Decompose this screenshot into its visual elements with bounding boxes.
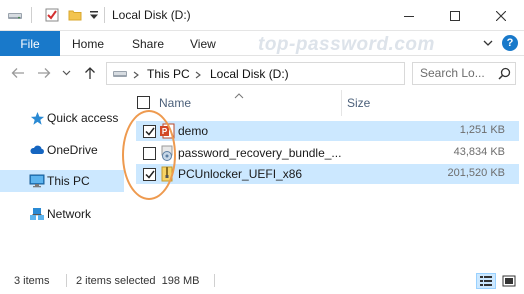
file-size: 201,520 KB [447,167,506,179]
selection-info: 2 items selected 198 MB [76,275,200,287]
chevron-down-icon [483,40,493,46]
minimize-icon [404,15,414,17]
drive-icon [113,71,127,77]
nav-item-onedrive[interactable]: OneDrive [0,139,124,161]
up-button[interactable] [82,65,98,81]
arrow-right-icon [38,68,51,78]
close-icon [496,10,506,21]
status-divider [66,274,67,287]
status-divider [214,274,215,287]
item-count: 3 items [14,275,50,287]
file-checkbox[interactable] [143,125,156,138]
chevron-down-icon [62,70,70,76]
computer-icon [29,173,45,189]
toolbar-divider [31,7,32,23]
tab-share[interactable]: Share [132,37,164,51]
search-box[interactable] [412,62,516,85]
file-size: 1,251 KB [459,124,505,136]
navigation-pane: Quick access OneDrive This PC Network [0,90,124,266]
properties-icon[interactable] [43,6,61,24]
arrow-up-icon [85,67,95,79]
file-name: demo [178,124,209,138]
column-header-size[interactable]: Size [347,96,370,110]
maximize-button[interactable] [432,0,478,31]
file-name: password_recovery_bundle_... [178,146,342,160]
search-input[interactable] [420,66,494,80]
nav-item-label: This PC [47,174,90,188]
toolbar-divider [104,7,105,23]
powerpoint-icon: P [160,123,175,139]
file-row-demo[interactable]: P demo 1,251 KB [136,121,519,141]
file-row-pcunlocker[interactable]: PCUnlocker_UEFI_x86 201,520 KB [136,164,519,184]
address-bar[interactable]: This PC Local Disk (D:) [106,62,484,85]
file-list: Name Size P demo 1,251 KB password_recov… [130,90,524,266]
tab-view[interactable]: View [190,37,216,51]
network-icon [29,206,45,222]
checkmark-icon [144,127,155,136]
watermark: top-password.com [258,34,435,55]
svg-text:P: P [162,127,168,136]
tab-file[interactable]: File [0,31,60,56]
back-button[interactable] [10,65,26,81]
file-row-password-recovery-bundle[interactable]: password_recovery_bundle_... 43,834 KB [136,143,519,163]
new-folder-icon[interactable] [66,6,84,24]
ribbon-tabs: File Home Share View top-password.com ? [0,31,524,56]
nav-item-label: Quick access [47,111,119,125]
cloud-icon [29,142,45,158]
status-bar: 3 items 2 items selected 198 MB [0,266,524,294]
close-button[interactable] [478,0,524,31]
column-header-name[interactable]: Name [159,96,191,110]
recent-locations-button[interactable] [60,65,72,81]
expand-ribbon-button[interactable] [482,37,494,52]
large-icons-view-icon [502,275,516,287]
chevron-right-icon [195,71,201,79]
nav-item-label: Network [47,207,92,221]
window-title: Local Disk (D:) [112,8,191,22]
large-icons-view-button[interactable] [499,273,519,289]
nav-item-network[interactable]: Network [0,203,124,225]
column-divider[interactable] [341,90,342,116]
nav-item-this-pc[interactable]: This PC [0,170,124,192]
forward-button[interactable] [36,65,52,81]
maximize-icon [450,10,460,21]
breadcrumb-local-disk[interactable]: Local Disk (D:) [210,67,289,81]
checkmark-icon [144,170,155,179]
tab-home[interactable]: Home [72,37,104,51]
zip-archive-icon [161,166,173,182]
select-all-checkbox[interactable] [137,96,150,109]
drive-icon[interactable] [6,6,24,24]
customize-quick-access-icon[interactable] [87,6,101,24]
arrow-left-icon [11,68,24,78]
file-checkbox[interactable] [143,168,156,181]
file-name: PCUnlocker_UEFI_x86 [178,167,303,181]
sort-ascending-icon [234,88,244,102]
help-button[interactable]: ? [502,35,518,51]
minimize-button[interactable] [386,0,432,31]
details-view-button[interactable] [476,273,496,289]
nav-item-quick-access[interactable]: Quick access [0,107,124,129]
nav-item-label: OneDrive [47,143,98,157]
navigation-bar: This PC Local Disk (D:) [0,56,524,90]
star-icon [29,110,45,126]
details-view-icon [480,276,492,286]
title-bar: Local Disk (D:) [0,0,524,31]
breadcrumb-this-pc[interactable]: This PC [147,67,190,81]
file-checkbox[interactable] [143,147,156,160]
chevron-right-icon [133,71,139,79]
file-size: 43,834 KB [453,146,505,158]
search-icon[interactable] [498,67,511,80]
installer-icon [161,145,173,161]
